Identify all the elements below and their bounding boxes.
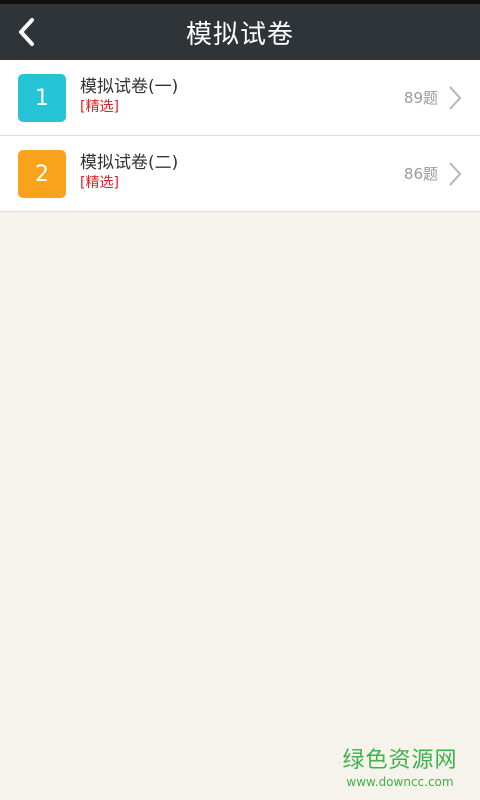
paper-number: 1 xyxy=(35,85,49,111)
paper-row-2[interactable]: 2 模拟试卷(二) [精选] 86题 xyxy=(0,136,480,212)
paper-name: 模拟试卷(二) xyxy=(80,153,179,173)
paper-list: 1 模拟试卷(一) [精选] 89题 2 模拟试卷(二) [精选] 86题 xyxy=(0,60,480,212)
question-count: 86题 xyxy=(403,165,438,183)
watermark: 绿色资源网 www.downcc.com xyxy=(342,748,458,790)
paper-number-badge: 1 xyxy=(18,74,66,122)
chevron-right-icon xyxy=(449,86,462,110)
paper-name: 模拟试卷(一) xyxy=(80,77,179,97)
paper-number: 2 xyxy=(35,161,49,187)
back-button[interactable] xyxy=(6,10,46,54)
page-title: 模拟试卷 xyxy=(185,19,294,50)
paper-tag: [精选] xyxy=(80,99,119,115)
chevron-right-icon xyxy=(449,162,462,186)
chevron-left-icon xyxy=(19,18,34,46)
watermark-title: 绿色资源网 xyxy=(342,748,458,773)
paper-tag: [精选] xyxy=(80,175,119,191)
question-count: 89题 xyxy=(403,89,438,107)
app-header: 模拟试卷 xyxy=(0,4,480,60)
paper-row-1[interactable]: 1 模拟试卷(一) [精选] 89题 xyxy=(0,60,480,136)
paper-number-badge: 2 xyxy=(18,150,66,198)
watermark-url: www.downcc.com xyxy=(346,775,454,789)
